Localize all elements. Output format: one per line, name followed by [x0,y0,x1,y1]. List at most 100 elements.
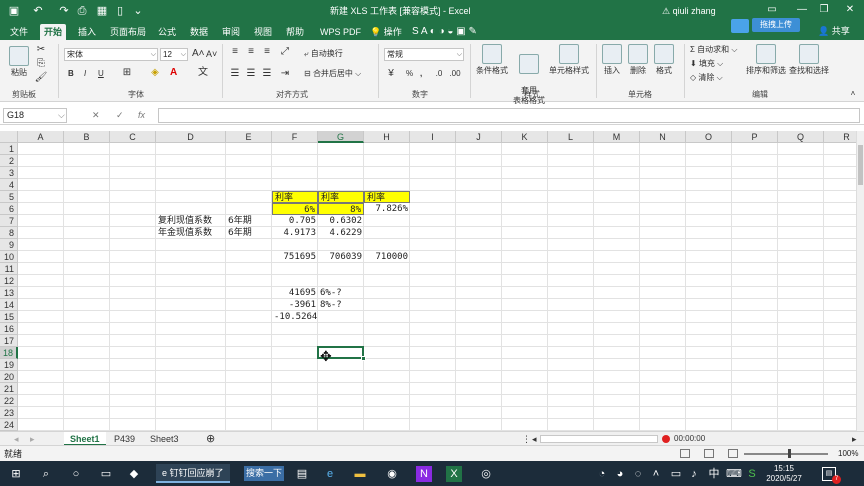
column-header-l[interactable]: L [548,131,594,143]
column-header-i[interactable]: I [410,131,456,143]
sheet-tab-sheet1[interactable]: Sheet1 [64,432,106,446]
font-size-select[interactable]: 12 ⌵ [160,48,188,61]
find-select-button[interactable]: 查找和选择 [788,44,830,76]
app-icon[interactable]: ◆ [126,466,142,482]
format-cells-button[interactable]: 格式 [652,44,676,76]
restore-button[interactable]: ❐ [814,3,834,17]
cloud-app-icon[interactable] [731,19,749,33]
align-center-icon[interactable]: ☰ [244,68,258,80]
clear-button[interactable]: ◇ 清除 ⌵ [690,72,723,84]
row-header-2[interactable]: 2 [0,155,18,167]
column-header-h[interactable]: H [364,131,410,143]
cell-g10[interactable]: 706039 [318,251,364,263]
copy-icon[interactable]: ⎘ [34,58,48,70]
row-header-3[interactable]: 3 [0,167,18,179]
tab-formulas[interactable]: 公式 [154,24,180,40]
row-header-5[interactable]: 5 [0,191,18,203]
enter-icon[interactable]: ✓ [116,109,124,122]
ribbon-display-icon[interactable]: ▭ [762,3,782,17]
file-explorer-icon[interactable]: ▬ [352,466,368,482]
format-painter-icon[interactable]: 🖌 [34,72,48,84]
cancel-icon[interactable]: ✕ [92,109,100,122]
column-header-q[interactable]: Q [778,131,824,143]
store-icon[interactable]: ▤ [294,466,310,482]
row-header-20[interactable]: 20 [0,371,18,383]
percent-button[interactable]: % [406,68,413,80]
windows-start-icon[interactable]: ⊞ [8,466,24,482]
network-icon[interactable]: ▭ [668,466,684,482]
sheet-tab-sheet3[interactable]: Sheet3 [144,432,185,446]
cut-icon[interactable]: ✂ [34,44,48,56]
paste-button[interactable]: 粘贴 [6,46,32,78]
bold-button[interactable]: B [68,68,74,80]
image-icon[interactable]: ▦ [94,4,110,18]
column-header-a[interactable]: A [18,131,64,143]
tab-insert[interactable]: 插入 [74,24,100,40]
close-button[interactable]: ✕ [840,3,860,17]
cell-g7[interactable]: 0.6302 [318,215,364,227]
next-sheet-icon[interactable]: ▸ [24,432,41,446]
column-header-g[interactable]: G [318,131,364,143]
tab-view[interactable]: 视图 [250,24,276,40]
cell-f13[interactable]: 41695 [272,287,318,299]
zoom-slider-knob[interactable] [788,449,791,458]
cell-g14[interactable]: 8%-? [318,299,364,311]
row-header-21[interactable]: 21 [0,383,18,395]
column-header-e[interactable]: E [226,131,272,143]
notification-center-icon[interactable]: ▤ 7 [822,467,841,484]
normal-view-icon[interactable] [680,449,690,458]
taskbar-browser-window[interactable]: e 钉钉回应崩了 [156,464,230,483]
tab-page-layout[interactable]: 页面布局 [106,24,150,40]
sheet-tab-p439[interactable]: P439 [108,432,141,446]
comma-button[interactable]: , [420,68,422,80]
cell-f5[interactable]: 利率 [272,191,318,203]
media-icon[interactable]: ◎ [478,466,494,482]
align-right-icon[interactable]: ☰ [260,68,274,80]
tab-help[interactable]: 帮助 [282,24,308,40]
conditional-format-button[interactable]: 条件格式 [474,44,510,76]
row-header-24[interactable]: 24 [0,419,18,431]
tab-file[interactable]: 文件 [6,24,32,40]
fill-color-icon[interactable]: ◈ [148,67,162,79]
phonetic-icon[interactable]: 文 [196,67,210,79]
tab-home[interactable]: 开始 [40,24,67,40]
record-icon[interactable] [662,435,670,443]
page-layout-view-icon[interactable] [704,449,714,458]
grow-font-button[interactable]: A˄ [192,48,205,60]
cell-h10[interactable]: 710000 [364,251,410,263]
task-view-icon[interactable]: ▭ [98,466,114,482]
cell-g6[interactable]: 8% [318,203,364,215]
volume-icon[interactable]: ♪ [686,466,702,482]
align-left-icon[interactable]: ☰ [228,68,242,80]
zoom-level[interactable]: 100% [838,448,858,460]
redo-icon[interactable]: ↷ [56,4,72,18]
row-header-8[interactable]: 8 [0,227,18,239]
select-all-corner[interactable] [0,131,18,143]
customize-toolbar-icon[interactable]: ⌄ [130,4,146,18]
cell-f6[interactable]: 6% [272,203,318,215]
cortana-icon[interactable]: ○ [68,466,84,482]
wechat-tray-icon[interactable]: ◔ [594,466,610,482]
borders-icon[interactable]: ⊞ [120,67,134,79]
column-header-j[interactable]: J [456,131,502,143]
row-header-13[interactable]: 13 [0,287,18,299]
collapse-ribbon-icon[interactable]: ˄ [846,88,860,100]
new-icon[interactable]: ▯ [112,4,128,18]
undo-icon[interactable]: ↶ [30,4,46,18]
column-header-o[interactable]: O [686,131,732,143]
orientation-icon[interactable]: ⤢ [278,46,292,58]
autosum-button[interactable]: Σ 自动求和 ⌵ [690,44,737,56]
print-preview-icon[interactable]: ⎙ [74,4,90,18]
cell-e7[interactable]: 6年期 [226,215,272,227]
column-header-c[interactable]: C [110,131,156,143]
fill-handle[interactable] [361,356,366,361]
cell-f10[interactable]: 751695 [272,251,318,263]
save-icon[interactable]: ▣ [6,4,22,18]
share-button[interactable]: 👤 共享 [818,24,850,38]
tray-icon[interactable]: ◕ [612,466,628,482]
merge-center-button[interactable]: ⊟ 合并后居中 ⌵ [304,68,361,80]
decrease-decimal-icon[interactable]: .00 [448,68,462,80]
font-name-select[interactable]: 宋体 ⌵ [64,48,158,61]
input-method-icon[interactable]: 中 [706,466,722,482]
row-header-1[interactable]: 1 [0,143,18,155]
